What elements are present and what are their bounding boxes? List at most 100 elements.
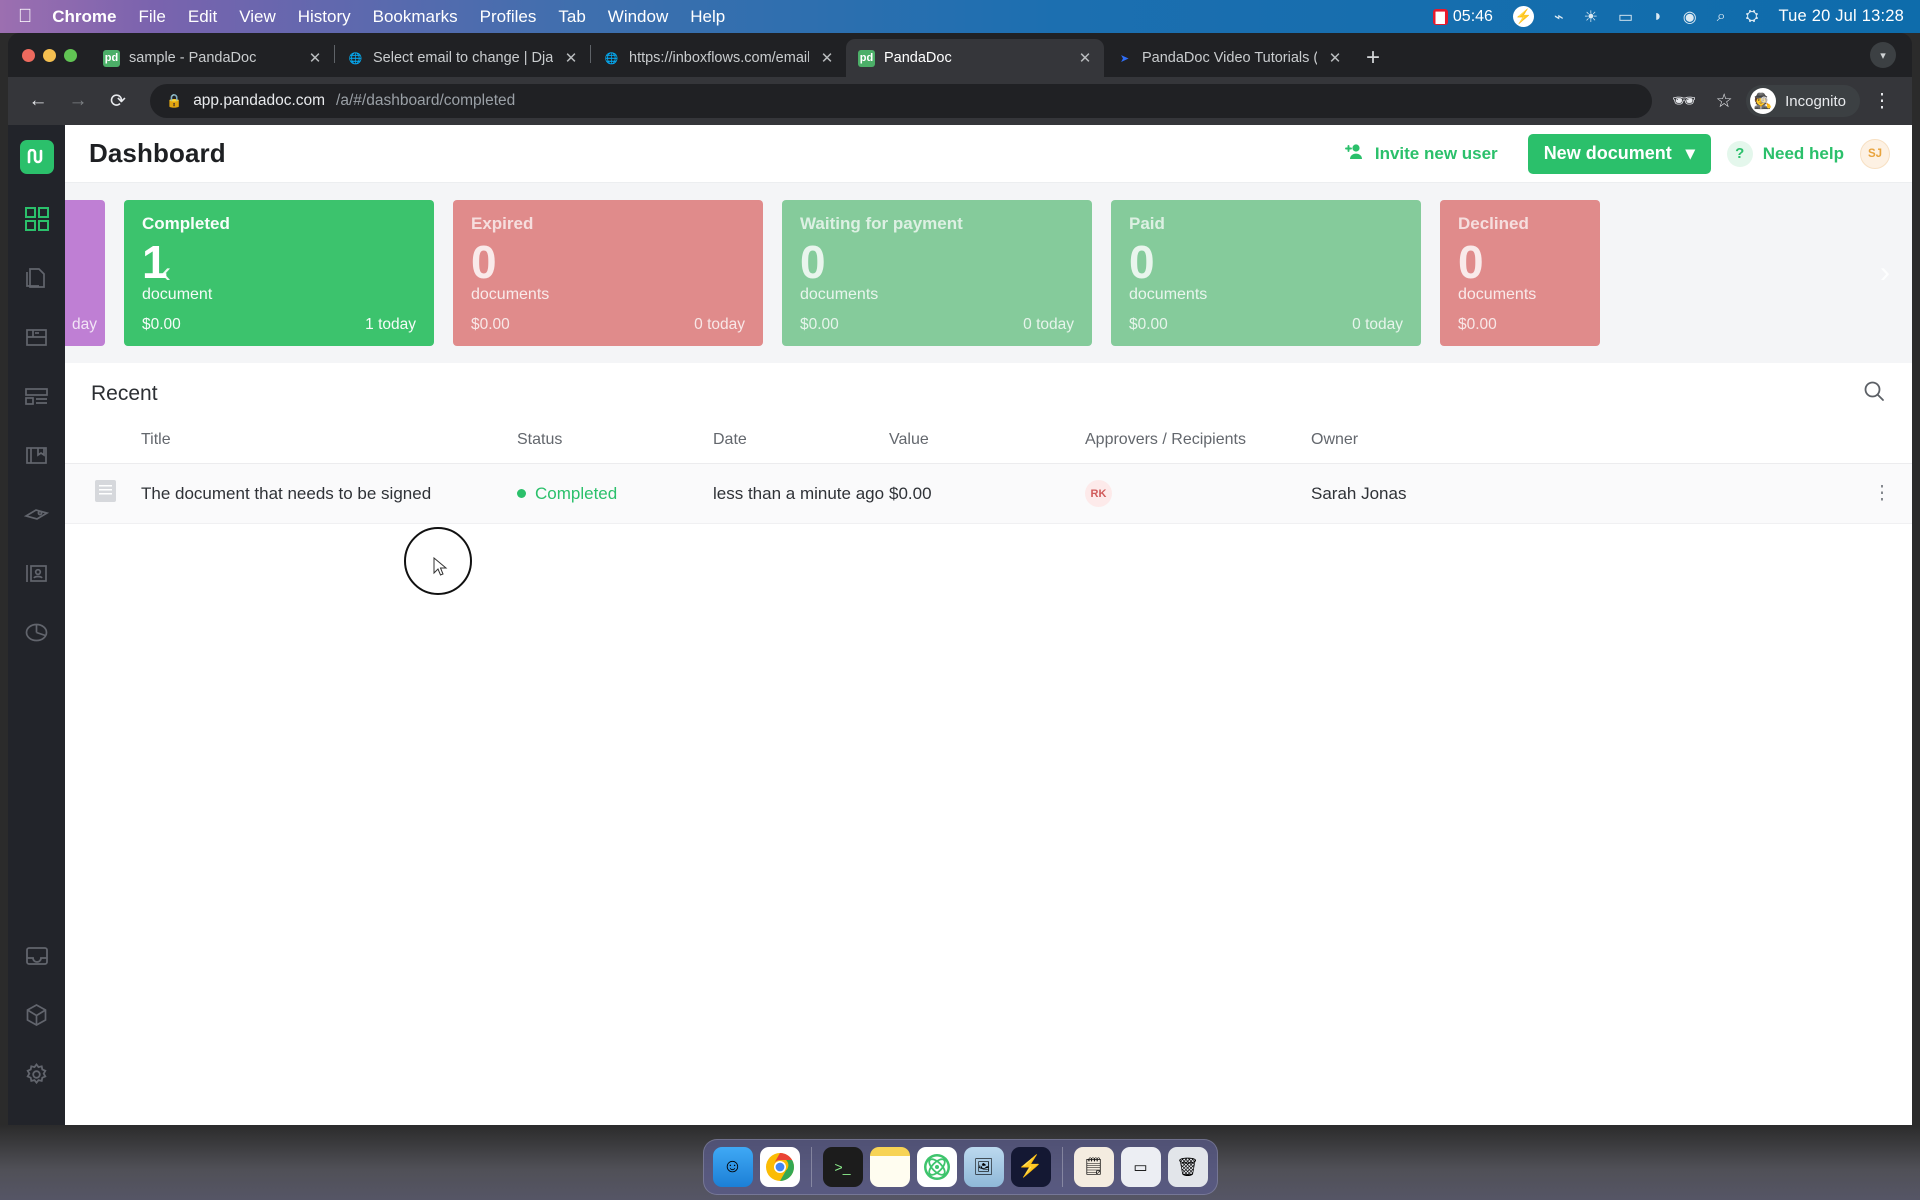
menu-item-bookmarks[interactable]: Bookmarks — [373, 7, 458, 27]
pandadoc-logo-icon[interactable] — [19, 140, 54, 174]
table-header-title[interactable]: Title — [141, 425, 517, 464]
close-tab-icon[interactable]: ✕ — [1326, 49, 1344, 67]
minimize-window-button[interactable] — [43, 48, 56, 62]
menu-item-file[interactable]: File — [138, 7, 165, 27]
three-dot-menu-icon[interactable]: ⋮ — [1864, 83, 1900, 119]
menu-item-view[interactable]: View — [239, 7, 276, 27]
table-header-date[interactable]: Date — [713, 425, 889, 464]
row-title[interactable]: The document that needs to be signed — [141, 463, 517, 524]
sidebar-item-reports[interactable] — [14, 609, 60, 655]
recipient-avatar[interactable]: RK — [1085, 480, 1112, 507]
dock-item-trash[interactable]: 🗑 — [1167, 1147, 1208, 1187]
tab-pandadoc-video-tutorials[interactable]: ➤ PandaDoc Video Tutorials (Tria ✕ — [1104, 39, 1354, 77]
user-circle-icon[interactable]: ◉ — [1683, 7, 1697, 27]
main-content: Dashboard Invite new user New document ▾… — [65, 125, 1912, 1125]
sidebar-item-templates[interactable] — [14, 314, 60, 360]
status-card-unit: documents — [1129, 286, 1208, 303]
menu-bar-clock[interactable]: Tue 20 Jul 13:28 — [1778, 7, 1904, 26]
forward-arrow-icon[interactable]: → — [60, 83, 96, 119]
tab-title: https://inboxflows.com/emails/ — [629, 50, 809, 66]
menu-item-profiles[interactable]: Profiles — [480, 7, 537, 27]
search-icon[interactable]: ⌕ — [1717, 8, 1726, 26]
close-window-button[interactable] — [22, 48, 35, 62]
sidebar-item-catalog[interactable] — [14, 432, 60, 478]
dock-item-chrome[interactable] — [759, 1147, 800, 1187]
close-tab-icon[interactable]: ✕ — [818, 49, 836, 67]
kebab-menu-icon[interactable]: ⋮ — [1873, 483, 1892, 504]
bolt-icon[interactable]: ⚡ — [1512, 6, 1534, 27]
invite-new-user-button[interactable]: Invite new user — [1329, 132, 1512, 176]
browser-toolbar: ← → ⟳ 🔒 app.pandadoc.com/a/#/dashboard/c… — [8, 77, 1912, 125]
tab-pandadoc-active[interactable]: pd PandaDoc ✕ — [846, 39, 1104, 77]
maximize-window-button[interactable] — [64, 48, 77, 62]
carousel-prev-button[interactable]: ‹ — [161, 256, 171, 290]
new-tab-button[interactable]: + — [1354, 39, 1392, 77]
avatar[interactable]: SJ — [1860, 138, 1890, 169]
new-document-button[interactable]: New document ▾ — [1527, 133, 1711, 174]
table-header-approvers[interactable]: Approvers / Recipients — [1085, 425, 1311, 464]
dock-separator — [1061, 1147, 1063, 1187]
table-row[interactable]: The document that needs to be signed Com… — [65, 463, 1912, 524]
dock-item-notes[interactable] — [869, 1147, 910, 1187]
sidebar-item-inbox[interactable] — [14, 933, 60, 979]
bluetooth-icon[interactable]: ⌁ — [1554, 7, 1564, 27]
tab-inboxflows[interactable]: 🌐 https://inboxflows.com/emails/ ✕ — [591, 39, 846, 77]
dock-item-preview[interactable]: 🖼 — [963, 1147, 1004, 1187]
dock-item-terminal[interactable]: >_ — [822, 1147, 863, 1187]
dock-item-documents-stack[interactable]: 🗒 — [1073, 1147, 1114, 1187]
close-tab-icon[interactable]: ✕ — [562, 49, 580, 67]
status-card-paid[interactable]: Paid 0 documents $0.00 0 today — [1111, 200, 1421, 346]
screen-recording-indicator[interactable]: ▇ 05:46 — [1432, 7, 1493, 26]
carousel-next-button[interactable]: › — [1880, 256, 1890, 290]
dock-item-downloads[interactable]: ▭ — [1120, 1147, 1161, 1187]
header-actions: Invite new user New document ▾ ? Need he… — [1329, 132, 1890, 176]
dock-item-finder[interactable]: ☺ — [712, 1147, 753, 1187]
menu-item-edit[interactable]: Edit — [188, 7, 217, 27]
search-icon[interactable] — [1862, 379, 1886, 409]
profile-incognito-button[interactable]: 🕵 Incognito — [1746, 85, 1860, 117]
address-bar[interactable]: 🔒 app.pandadoc.com/a/#/dashboard/complet… — [150, 84, 1653, 118]
sidebar-item-integrations[interactable] — [14, 992, 60, 1038]
battery-charging-icon[interactable]: ▭ — [1618, 7, 1633, 27]
page-header: Dashboard Invite new user New document ▾… — [65, 125, 1912, 183]
status-card-declined[interactable]: Declined 0 documents $0.00 — [1440, 200, 1600, 346]
chevron-down-icon[interactable]: ▾ — [1686, 143, 1695, 164]
sidebar-item-dashboard[interactable] — [14, 196, 60, 242]
menu-item-history[interactable]: History — [298, 7, 351, 27]
table-header-status[interactable]: Status — [517, 425, 713, 464]
wifi-icon[interactable]: ◗ — [1653, 8, 1663, 26]
status-card-peek-left[interactable]: day — [65, 200, 105, 346]
star-icon[interactable]: ☆ — [1706, 83, 1742, 119]
sidebar-item-contacts[interactable] — [14, 550, 60, 596]
recording-time: 05:46 — [1452, 7, 1493, 25]
tab-sample-pandadoc[interactable]: pd sample - PandaDoc ✕ — [91, 39, 334, 77]
apple-logo-icon[interactable]:  — [18, 7, 32, 26]
close-tab-icon[interactable]: ✕ — [1076, 49, 1094, 67]
sidebar-item-documents[interactable] — [14, 255, 60, 301]
control-center-icon[interactable]: ⛭ — [1746, 8, 1759, 26]
menu-item-help[interactable]: Help — [690, 7, 725, 27]
menu-item-chrome[interactable]: Chrome — [52, 7, 116, 27]
sidebar-item-pricing[interactable] — [14, 491, 60, 537]
menu-item-tab[interactable]: Tab — [558, 7, 585, 27]
need-help-button[interactable]: ? Need help — [1726, 140, 1844, 167]
status-card-expired[interactable]: Expired 0 documents $0.00 0 today — [453, 200, 763, 346]
sidebar-item-settings[interactable] — [14, 1051, 60, 1097]
reload-icon[interactable]: ⟳ — [100, 83, 136, 119]
menu-item-window[interactable]: Window — [608, 7, 668, 27]
brightness-icon[interactable]: ☀ — [1584, 7, 1598, 27]
dock-item-lightning-app[interactable]: ⚡ — [1010, 1147, 1051, 1187]
dock-item-atom[interactable] — [916, 1147, 957, 1187]
chevron-down-icon[interactable]: ▾ — [1870, 42, 1896, 68]
sidebar-item-content-library[interactable] — [14, 373, 60, 419]
close-tab-icon[interactable]: ✕ — [306, 49, 324, 67]
record-icon: ▇ — [1432, 8, 1448, 25]
tab-django-admin[interactable]: 🌐 Select email to change | Djang ✕ — [335, 39, 590, 77]
status-card-waiting-for-payment[interactable]: Waiting for payment 0 documents $0.00 0 … — [782, 200, 1092, 346]
downloads-icon: ▭ — [1133, 1159, 1148, 1176]
eye-off-icon[interactable]: 🕶 — [1666, 83, 1702, 119]
status-card-label: Waiting for payment — [800, 214, 963, 233]
table-header-value[interactable]: Value — [889, 425, 1085, 464]
table-header-owner[interactable]: Owner — [1311, 425, 1852, 464]
back-arrow-icon[interactable]: ← — [20, 83, 56, 119]
